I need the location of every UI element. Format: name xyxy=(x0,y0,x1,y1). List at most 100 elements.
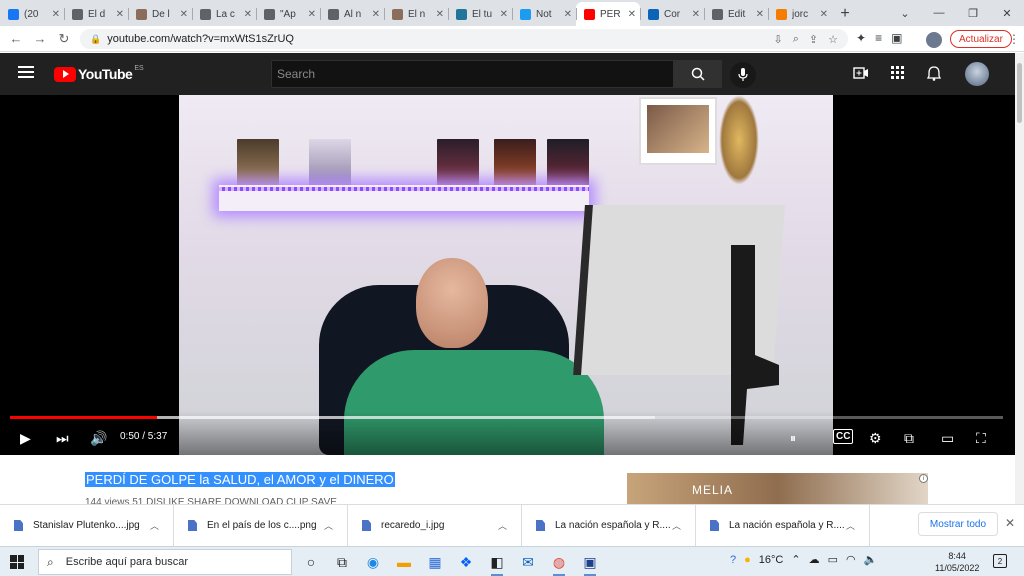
edge-icon[interactable]: ◉ xyxy=(362,551,384,573)
close-tab-icon[interactable]: ✕ xyxy=(308,9,316,20)
side-panel-icon[interactable]: ▣ xyxy=(891,31,902,45)
close-tab-icon[interactable]: ✕ xyxy=(628,9,636,20)
mail-icon[interactable]: ✉ xyxy=(517,551,539,573)
cortana-icon[interactable]: ○ xyxy=(300,551,322,573)
close-tab-icon[interactable]: ✕ xyxy=(180,9,188,20)
download-item[interactable]: Stanislav Plutenko....jpg ︿ xyxy=(0,504,174,547)
browser-tab[interactable]: La c ✕ xyxy=(192,2,256,26)
browser-tab[interactable]: jorc ✕ xyxy=(768,2,832,26)
account-avatar[interactable] xyxy=(965,62,989,86)
clock[interactable]: 8:44 11/05/2022 xyxy=(935,550,979,574)
speaker-icon[interactable]: 🔈 xyxy=(864,553,878,566)
progress-bar[interactable] xyxy=(10,416,1003,419)
browser-tab[interactable]: Al n ✕ xyxy=(320,2,384,26)
download-options-chevron-icon[interactable]: ︿ xyxy=(150,519,159,532)
autoplay-toggle[interactable]: ⏸︎ xyxy=(790,428,796,448)
address-bar[interactable]: 🔒 youtube.com/watch?v=mxWtS1sZrUQ ⇩ ⌕ ⇪ … xyxy=(80,29,848,49)
close-tab-icon[interactable]: ✕ xyxy=(820,9,828,20)
help-icon[interactable]: ? xyxy=(730,554,736,566)
browser-tab[interactable]: Edit ✕ xyxy=(704,2,768,26)
restore-button[interactable]: ❐ xyxy=(956,0,990,26)
close-window-button[interactable]: ✕ xyxy=(990,0,1024,26)
tab-search-chevron-icon[interactable]: ⌄ xyxy=(888,0,922,26)
browser-tab[interactable]: Cor ✕ xyxy=(640,2,704,26)
download-options-chevron-icon[interactable]: ︿ xyxy=(672,519,681,532)
zoom-icon[interactable]: ⌕ xyxy=(793,33,799,46)
fullscreen-icon[interactable]: ⛶ xyxy=(976,428,986,448)
search-input[interactable]: Search xyxy=(271,60,674,88)
create-video-icon[interactable] xyxy=(853,66,869,80)
settings-gear-icon[interactable]: ⚙ xyxy=(869,428,882,448)
close-tab-icon[interactable]: ✕ xyxy=(756,9,764,20)
reload-button[interactable]: ↻ xyxy=(52,31,76,47)
volume-icon[interactable]: 🔊 xyxy=(90,428,107,448)
task-view-icon[interactable]: ⧉ xyxy=(331,551,353,573)
url-text[interactable]: youtube.com/watch?v=mxWtS1sZrUQ xyxy=(107,33,294,45)
network-icon[interactable]: ▭ xyxy=(828,553,838,566)
onedrive-icon[interactable]: ☁ xyxy=(809,553,820,566)
app-icon[interactable]: ◧ xyxy=(486,551,508,576)
extensions-puzzle-icon[interactable]: ✦ xyxy=(856,31,866,45)
download-options-chevron-icon[interactable]: ︿ xyxy=(324,519,333,532)
bookmark-star-icon[interactable]: ☆ xyxy=(828,33,838,46)
download-options-chevron-icon[interactable]: ︿ xyxy=(846,519,855,532)
notifications-icon[interactable]: 2 xyxy=(993,554,1007,568)
browser-tab[interactable]: "Ap ✕ xyxy=(256,2,320,26)
forward-button[interactable]: → xyxy=(28,31,52,46)
share-icon[interactable]: ⇪ xyxy=(809,33,818,46)
download-item[interactable]: En el país de los c....png ︿ xyxy=(174,504,348,547)
miniplayer-icon[interactable]: ⧉ xyxy=(904,428,914,448)
browser-tab[interactable]: (20 ✕ xyxy=(0,2,64,26)
notifications-bell-icon[interactable] xyxy=(927,66,941,81)
browser-tab[interactable]: El tu ✕ xyxy=(448,2,512,26)
next-icon[interactable]: ⏭ xyxy=(56,428,69,448)
ad-banner[interactable]: MELIA xyxy=(627,473,928,504)
profile-avatar[interactable] xyxy=(926,32,942,48)
close-tab-icon[interactable]: ✕ xyxy=(500,9,508,20)
windows-start-icon[interactable] xyxy=(10,555,24,569)
update-button[interactable]: Actualizar xyxy=(950,30,1012,48)
browser-tab[interactable]: El n ✕ xyxy=(384,2,448,26)
tray-chevron-icon[interactable]: ⌃ xyxy=(791,553,800,566)
temperature[interactable]: 16°C xyxy=(759,554,784,566)
photos-icon[interactable]: ▣ xyxy=(579,551,601,576)
close-tab-icon[interactable]: ✕ xyxy=(52,9,60,20)
lock-icon[interactable]: 🔒 xyxy=(90,34,101,45)
download-item[interactable]: La nación española y R.... ︿ xyxy=(522,504,696,547)
taskbar-search-input[interactable]: ⌕ Escribe aquí para buscar xyxy=(38,549,292,575)
ad-info-icon[interactable]: i xyxy=(919,474,928,483)
browser-tab[interactable]: De l ✕ xyxy=(128,2,192,26)
close-tab-icon[interactable]: ✕ xyxy=(116,9,124,20)
apps-grid-icon[interactable] xyxy=(891,66,905,80)
wifi-icon[interactable]: ◠ xyxy=(846,553,856,566)
reading-list-icon[interactable]: ≡ xyxy=(875,31,882,45)
voice-search-button[interactable] xyxy=(730,62,756,88)
browser-menu-icon[interactable]: ⋮ xyxy=(1008,32,1020,46)
play-icon[interactable]: ▶ xyxy=(20,428,31,448)
theater-mode-icon[interactable]: ▭ xyxy=(941,428,954,448)
store-icon[interactable]: ▦ xyxy=(424,551,446,573)
page-scrollbar[interactable] xyxy=(1015,53,1024,504)
download-item[interactable]: recaredo_i.jpg ︿ xyxy=(348,504,522,547)
chrome-icon[interactable]: ◍ xyxy=(548,551,570,576)
close-tab-icon[interactable]: ✕ xyxy=(436,9,444,20)
close-tab-icon[interactable]: ✕ xyxy=(244,9,252,20)
close-downloads-icon[interactable]: ✕ xyxy=(1005,516,1015,530)
file-explorer-icon[interactable]: ▬ xyxy=(393,551,415,573)
close-tab-icon[interactable]: ✕ xyxy=(372,9,380,20)
search-button[interactable] xyxy=(674,60,722,88)
browser-tab[interactable]: PER ✕ xyxy=(576,2,640,26)
download-options-chevron-icon[interactable]: ︿ xyxy=(498,519,507,532)
hamburger-menu-icon[interactable] xyxy=(18,66,34,78)
weather-sun-icon[interactable]: ● xyxy=(744,554,751,566)
browser-tab[interactable]: Not ✕ xyxy=(512,2,576,26)
show-all-button[interactable]: Mostrar todo xyxy=(918,512,998,536)
browser-tab[interactable]: El d ✕ xyxy=(64,2,128,26)
close-tab-icon[interactable]: ✕ xyxy=(692,9,700,20)
install-app-icon[interactable]: ⇩ xyxy=(774,33,783,46)
captions-button[interactable]: CC xyxy=(833,429,854,444)
dropbox-icon[interactable]: ❖ xyxy=(455,551,477,573)
new-tab-button[interactable]: + xyxy=(832,2,858,26)
video-player[interactable]: ▶ ⏭ 🔊 0:50 / 5:37 ⏸︎ CC ⚙ ⧉ ▭ ⛶ xyxy=(0,95,1015,455)
back-button[interactable]: ← xyxy=(4,31,28,46)
